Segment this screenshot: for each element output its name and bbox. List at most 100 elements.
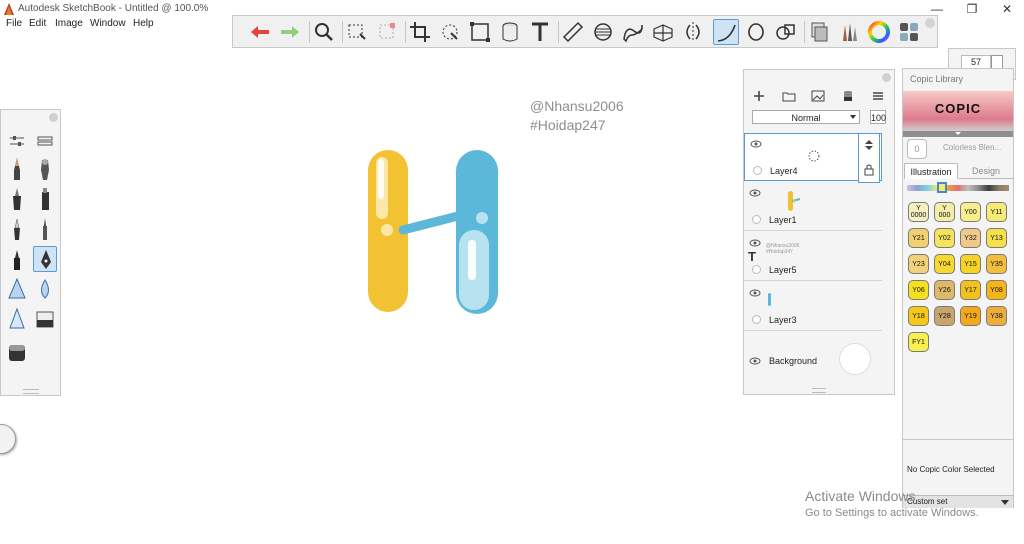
ruler-icon[interactable] bbox=[560, 19, 586, 45]
blend-mode-select[interactable]: Normal bbox=[752, 110, 860, 124]
copic-chip[interactable]: Y08 bbox=[986, 280, 1007, 300]
copic-chip[interactable]: Y35 bbox=[986, 254, 1007, 274]
layer-row-layer1[interactable]: Layer1 bbox=[744, 183, 882, 231]
pencil-brush-icon[interactable] bbox=[5, 156, 29, 182]
menu-window[interactable]: Window bbox=[90, 18, 126, 29]
eye-icon[interactable] bbox=[749, 357, 761, 365]
eye-icon[interactable] bbox=[749, 289, 761, 297]
copic-chip[interactable]: FY1 bbox=[908, 332, 929, 352]
add-layer-icon[interactable] bbox=[752, 89, 766, 103]
chevron-down-icon[interactable] bbox=[955, 132, 961, 135]
brush-library-icon[interactable] bbox=[33, 128, 57, 146]
palette-icon[interactable] bbox=[896, 19, 922, 45]
brushes-icon[interactable] bbox=[836, 19, 862, 45]
redo-icon[interactable] bbox=[277, 19, 303, 45]
french-curve-icon[interactable] bbox=[620, 19, 646, 45]
stroke-icon[interactable] bbox=[713, 19, 739, 45]
magic-wand-icon[interactable] bbox=[374, 19, 400, 45]
selected-color-swatch[interactable]: 0 bbox=[907, 139, 927, 159]
undo-icon[interactable] bbox=[247, 19, 273, 45]
copic-chip[interactable]: Y26 bbox=[934, 280, 955, 300]
copic-chip[interactable]: Y23 bbox=[908, 254, 929, 274]
copic-chip[interactable]: Y02 bbox=[934, 228, 955, 248]
copic-chip[interactable]: Y04 bbox=[934, 254, 955, 274]
layer-lock-icon[interactable] bbox=[864, 164, 874, 176]
menu-help[interactable]: Help bbox=[133, 18, 154, 29]
close-button[interactable]: ✕ bbox=[990, 0, 1024, 18]
hard-eraser-icon[interactable] bbox=[33, 306, 57, 332]
fill-icon[interactable] bbox=[497, 19, 523, 45]
copic-family-marker[interactable] bbox=[937, 182, 947, 193]
zoom-icon[interactable] bbox=[311, 19, 337, 45]
eye-icon[interactable] bbox=[749, 239, 761, 247]
ellipse-icon[interactable] bbox=[743, 19, 769, 45]
copic-chip[interactable]: Y13 bbox=[986, 228, 1007, 248]
copic-chip[interactable]: Y21 bbox=[908, 228, 929, 248]
add-image-icon[interactable] bbox=[811, 89, 825, 103]
layer-lock-toggle[interactable] bbox=[752, 265, 761, 274]
crop-icon[interactable] bbox=[407, 19, 433, 45]
calligraphy-pen-icon[interactable] bbox=[33, 246, 57, 272]
layer-panel-close-icon[interactable] bbox=[882, 73, 891, 82]
layer-opacity-field[interactable]: 100 bbox=[870, 110, 886, 124]
copic-chip[interactable]: Y17 bbox=[960, 280, 981, 300]
copic-chip[interactable]: Y38 bbox=[986, 306, 1007, 326]
menu-image[interactable]: Image bbox=[55, 18, 83, 29]
copic-chip[interactable]: Y 000 bbox=[934, 202, 955, 222]
canvas-artwork[interactable] bbox=[360, 145, 510, 320]
transform-icon[interactable] bbox=[437, 19, 463, 45]
blur-brush-icon[interactable] bbox=[33, 276, 57, 302]
sharpen-brush-icon[interactable] bbox=[5, 306, 29, 332]
layer-blend-icon[interactable] bbox=[841, 89, 855, 103]
copic-chip[interactable]: Y00 bbox=[960, 202, 981, 222]
symmetry-icon[interactable] bbox=[680, 19, 706, 45]
ballpoint-pen-icon[interactable] bbox=[5, 216, 29, 242]
copic-chip[interactable]: Y15 bbox=[960, 254, 981, 274]
menu-file[interactable]: File bbox=[6, 18, 22, 29]
brush-size-field[interactable]: 57 bbox=[961, 55, 991, 69]
technical-pen-icon[interactable] bbox=[33, 216, 57, 242]
ellipse-guide-icon[interactable] bbox=[590, 19, 616, 45]
maximize-button[interactable]: ❐ bbox=[955, 0, 989, 18]
eye-icon[interactable] bbox=[750, 140, 762, 148]
copy-icon[interactable] bbox=[806, 19, 832, 45]
layer-reorder-icon[interactable] bbox=[864, 140, 874, 150]
copic-color-family-strip[interactable] bbox=[907, 185, 1009, 191]
tab-illustration[interactable]: Illustration bbox=[904, 163, 958, 179]
layer-lock-toggle[interactable] bbox=[753, 166, 762, 175]
layer-row-layer3[interactable]: Layer3 bbox=[744, 283, 882, 331]
distort-icon[interactable] bbox=[467, 19, 493, 45]
lagoon-puck[interactable] bbox=[0, 424, 16, 454]
layer-lock-toggle[interactable] bbox=[752, 215, 761, 224]
copic-chip[interactable]: Y11 bbox=[986, 202, 1007, 222]
color-wheel-icon[interactable] bbox=[866, 19, 892, 45]
layer-lock-toggle[interactable] bbox=[752, 315, 761, 324]
smudge-brush-icon[interactable] bbox=[5, 276, 29, 302]
layer-row-layer5[interactable]: T @Nhansu2006 #Hoidap247 Layer5 bbox=[744, 233, 882, 281]
layer-row-background[interactable]: Background bbox=[744, 333, 882, 381]
perspective-icon[interactable] bbox=[650, 19, 676, 45]
background-color-swatch[interactable] bbox=[839, 343, 871, 375]
tab-design[interactable]: Design bbox=[959, 163, 1013, 179]
brush-panel-close-icon[interactable] bbox=[49, 113, 58, 122]
text-icon[interactable] bbox=[527, 19, 553, 45]
copic-chip[interactable]: Y28 bbox=[934, 306, 955, 326]
inking-brush-icon[interactable] bbox=[5, 186, 29, 212]
copic-chip[interactable]: Y18 bbox=[908, 306, 929, 326]
copic-chip[interactable]: Y32 bbox=[960, 228, 981, 248]
felt-pen-icon[interactable] bbox=[5, 246, 29, 272]
lasso-select-icon[interactable] bbox=[344, 19, 370, 45]
shape-icon[interactable] bbox=[773, 19, 799, 45]
add-group-icon[interactable] bbox=[782, 89, 796, 103]
menu-edit[interactable]: Edit bbox=[29, 18, 46, 29]
airbrush-icon[interactable] bbox=[33, 156, 57, 182]
brush-settings-icon[interactable] bbox=[5, 128, 29, 146]
copic-chip[interactable]: Y06 bbox=[908, 280, 929, 300]
soft-eraser-icon[interactable] bbox=[5, 340, 29, 366]
copic-chip[interactable]: Y19 bbox=[960, 306, 981, 326]
layer-menu-icon[interactable] bbox=[871, 89, 885, 103]
eye-icon[interactable] bbox=[749, 189, 761, 197]
copic-chip[interactable]: Y 0000 bbox=[908, 202, 929, 222]
marker-brush-icon[interactable] bbox=[33, 186, 57, 212]
toolbar-close-icon[interactable] bbox=[925, 18, 935, 28]
